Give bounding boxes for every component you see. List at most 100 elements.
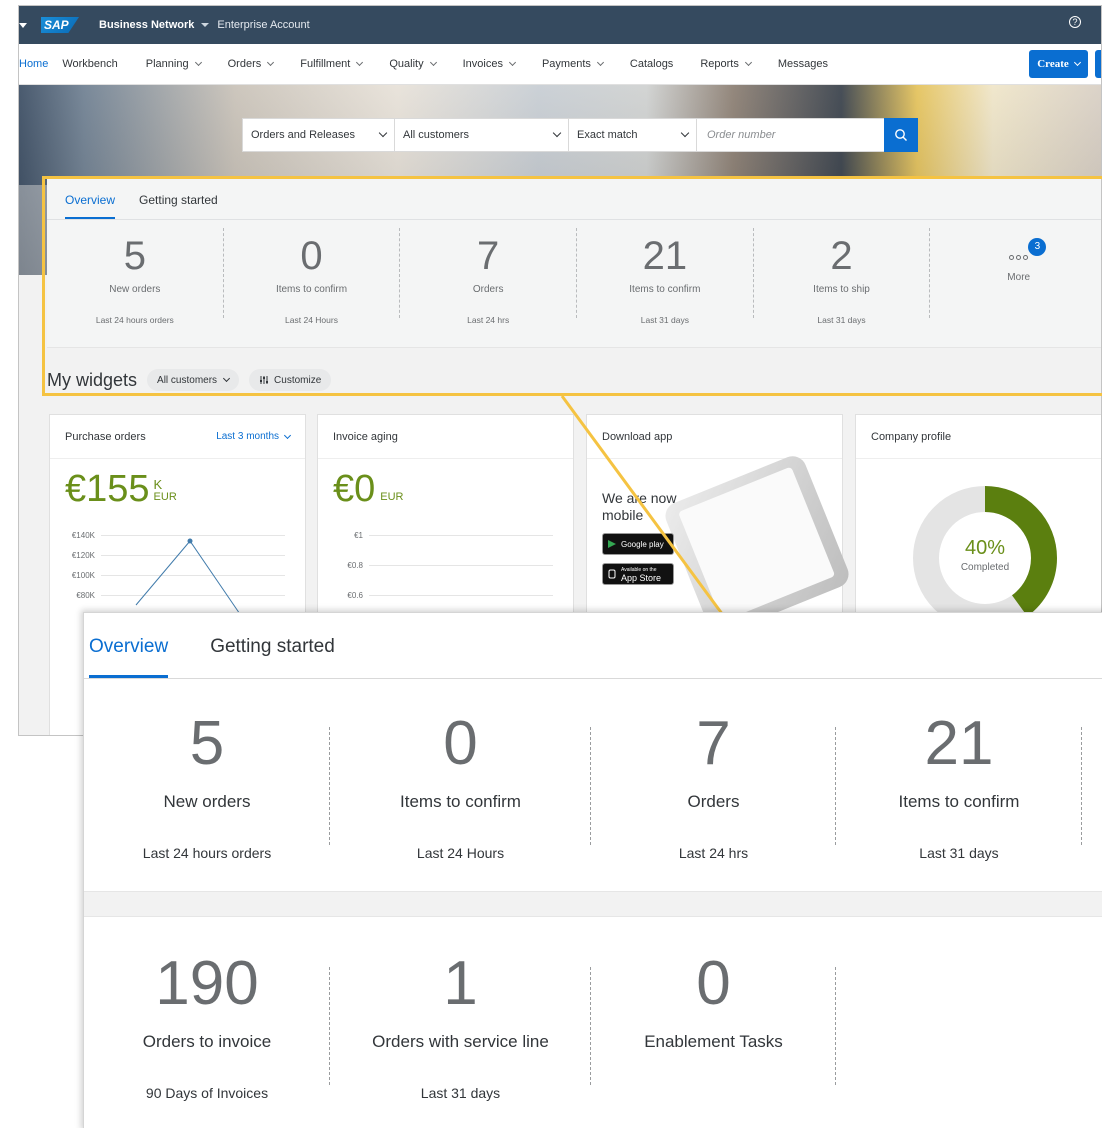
kpi-label: Items to confirm xyxy=(275,284,348,295)
search-button[interactable] xyxy=(884,118,918,152)
overview-tabs: Overview Getting started xyxy=(47,178,1101,220)
search-icon xyxy=(895,129,907,141)
more-icon xyxy=(930,255,1101,260)
google-play-label: Google play xyxy=(621,539,664,549)
kpi-period: Last 24 hours orders xyxy=(95,315,174,325)
google-play-button[interactable]: Google play xyxy=(602,533,674,555)
axis-gridline: €0.8 xyxy=(333,561,553,570)
kpi-tile-orders-zoomed[interactable]: 7 Orders Last 24 hrs xyxy=(591,679,836,891)
kpi-tile-more[interactable]: 3 More xyxy=(930,228,1101,318)
order-number-input[interactable] xyxy=(697,119,884,151)
nav-planning[interactable]: Planning xyxy=(146,58,202,70)
kpi-tile-items-to-confirm-31d-zoomed[interactable]: 21 Items to confirm Last 31 days xyxy=(836,679,1082,891)
axis-tick-label: €0.8 xyxy=(347,561,363,570)
document-type-select[interactable]: Orders and Releases xyxy=(243,119,395,151)
chevron-down-icon xyxy=(680,128,690,138)
match-mode-select[interactable]: Exact match xyxy=(569,119,697,151)
kpi-value: 0 xyxy=(443,709,478,778)
kpi-divider xyxy=(1081,727,1082,845)
kpi-row-extra-zoomed: 190 Orders to invoice 90 Days of Invoice… xyxy=(84,917,1102,1128)
chevron-down-icon xyxy=(744,58,752,66)
nav-quality-label: Quality xyxy=(389,58,424,70)
app-store-label: App Store xyxy=(621,573,662,583)
nav-fulfillment[interactable]: Fulfillment xyxy=(300,58,364,70)
kpi-value: 5 xyxy=(123,234,146,278)
widget-title: Download app xyxy=(602,430,673,443)
widget-header: Invoice aging xyxy=(318,415,573,459)
order-search-bar: Orders and Releases All customers Exact … xyxy=(242,118,918,152)
kpi-label: Orders with service line xyxy=(372,1032,549,1051)
kpi-value: 190 xyxy=(155,949,259,1018)
product-switch-caret-icon[interactable] xyxy=(201,23,210,27)
kpi-tile-items-to-confirm-24h-zoomed[interactable]: 0 Items to confirm Last 24 Hours xyxy=(330,679,591,891)
product-name[interactable]: Business Network xyxy=(99,19,194,31)
nav-invoices[interactable]: Invoices xyxy=(463,58,517,70)
tab-overview[interactable]: Overview xyxy=(65,193,116,219)
kpi-period: Last 24 hrs xyxy=(467,315,510,325)
tab-getting-started[interactable]: Getting started xyxy=(139,193,218,219)
amount-value: €0 xyxy=(333,468,376,510)
kpi-period: 90 Days of Invoices xyxy=(145,1085,269,1101)
kpi-tile-orders-to-invoice[interactable]: 190 Orders to invoice 90 Days of Invoice… xyxy=(84,917,330,1128)
kpi-period: Last 31 days xyxy=(919,845,999,861)
nav-reports[interactable]: Reports xyxy=(700,58,752,70)
kpi-label: Items to confirm xyxy=(400,792,521,811)
kpi-tile-items-to-confirm-31d[interactable]: 21 Items to confirm Last 31 days xyxy=(577,228,754,325)
kpi-period: Last 24 hours orders xyxy=(142,845,272,861)
kpi-tile-items-to-confirm-24h[interactable]: 0 Items to confirm Last 24 Hours xyxy=(224,228,401,325)
kpi-tile-items-to-ship[interactable]: 2 Items to ship Last 31 days xyxy=(754,228,931,325)
kpi-row-zoomed: 5 New orders Last 24 hours orders 0 Item… xyxy=(84,679,1102,891)
phone-illustration xyxy=(661,452,853,638)
secondary-action-button[interactable] xyxy=(1095,50,1101,78)
match-mode-value: Exact match xyxy=(577,129,638,141)
widget-title: Invoice aging xyxy=(333,430,398,443)
document-type-value: Orders and Releases xyxy=(251,129,355,141)
menu-caret-icon[interactable] xyxy=(19,22,27,28)
kpi-tile-orders[interactable]: 7 Orders Last 24 hrs xyxy=(400,228,578,325)
tab-getting-started-zoomed[interactable]: Getting started xyxy=(210,636,335,678)
customize-button[interactable]: Customize xyxy=(249,369,332,391)
kpi-label: Orders to invoice xyxy=(142,1032,272,1051)
widgets-customer-filter[interactable]: All customers xyxy=(147,369,240,391)
app-store-button[interactable]: Available on the App Store xyxy=(602,563,674,585)
create-button[interactable]: Create xyxy=(1029,50,1088,78)
nav-reports-label: Reports xyxy=(700,58,739,70)
customer-filter-label: All customers xyxy=(157,374,218,386)
tab-overview-zoomed[interactable]: Overview xyxy=(89,636,169,678)
axis-tick-label: €1 xyxy=(354,531,363,540)
chevron-down-icon xyxy=(356,58,364,66)
widgets-title: My widgets xyxy=(47,369,138,390)
nav-messages[interactable]: Messages xyxy=(778,58,828,70)
kpi-tile-enablement-tasks[interactable]: 0 Enablement Tasks xyxy=(591,917,836,1128)
kpi-tile-new-orders-zoomed[interactable]: 5 New orders Last 24 hours orders xyxy=(84,679,330,891)
chevron-down-icon xyxy=(596,58,604,66)
kpi-label: New orders xyxy=(163,792,251,811)
kpi-period: Last 31 days xyxy=(817,315,866,325)
kpi-period: Last 31 days xyxy=(640,315,689,325)
chevron-down-icon xyxy=(429,58,437,66)
nav-quality[interactable]: Quality xyxy=(389,58,437,70)
customer-select[interactable]: All customers xyxy=(395,119,569,151)
kpi-tile-orders-with-service-line[interactable]: 1 Orders with service line Last 31 days xyxy=(330,917,591,1128)
nav-orders-label: Orders xyxy=(227,58,262,70)
create-button-label: Create xyxy=(1037,58,1069,70)
nav-payments[interactable]: Payments xyxy=(542,58,604,70)
apple-icon xyxy=(608,569,616,579)
nav-workbench[interactable]: Workbench xyxy=(62,58,117,70)
account-type: Enterprise Account xyxy=(217,19,310,31)
nav-catalogs[interactable]: Catalogs xyxy=(630,58,673,70)
overview-zoom-inset: Overview Getting started 5 New orders La… xyxy=(83,612,1102,1128)
nav-orders[interactable]: Orders xyxy=(227,58,275,70)
kpi-value: 1 xyxy=(443,949,478,1018)
amount-currency: EUR xyxy=(380,491,404,503)
chevron-down-icon xyxy=(267,58,275,66)
kpi-value: 7 xyxy=(477,234,500,278)
nav-home[interactable]: Home xyxy=(19,58,48,70)
help-icon[interactable]: ? xyxy=(1069,16,1081,28)
kpi-value: 0 xyxy=(696,949,731,1018)
overview-panel: Overview Getting started 5 New orders La… xyxy=(47,178,1101,348)
kpi-value: 0 xyxy=(300,234,323,278)
kpi-tile-new-orders[interactable]: 5 New orders Last 24 hours orders xyxy=(47,228,224,325)
chevron-down-icon xyxy=(508,58,517,66)
kpi-value: 5 xyxy=(189,709,225,778)
